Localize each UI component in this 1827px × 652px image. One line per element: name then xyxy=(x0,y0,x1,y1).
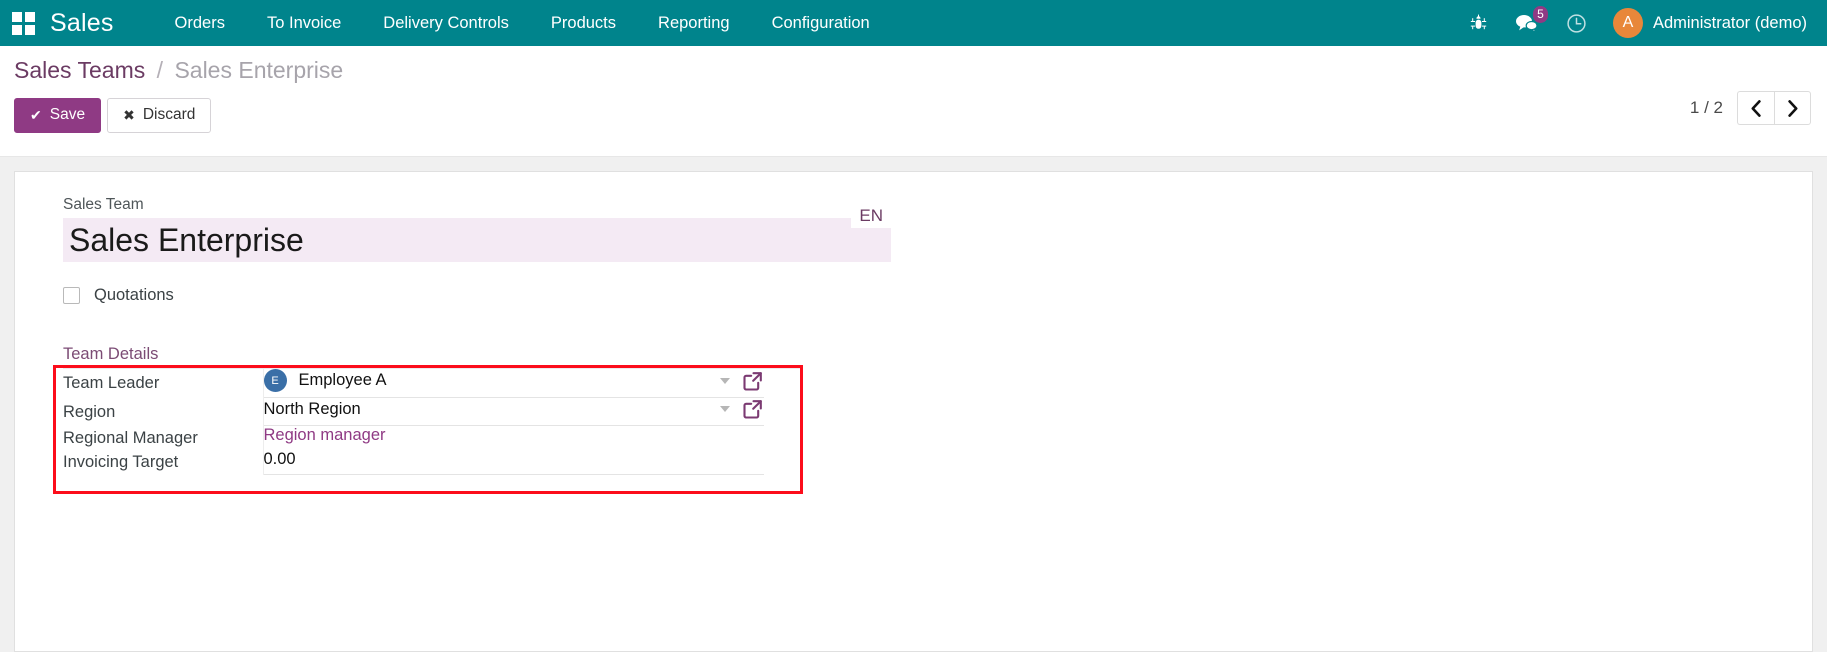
bug-icon[interactable] xyxy=(1456,0,1501,46)
invoicing-target-label: Invoicing Target xyxy=(63,453,179,471)
app-brand-sales[interactable]: Sales xyxy=(50,9,114,38)
region-field[interactable]: North Region xyxy=(263,398,764,426)
team-leader-avatar: E xyxy=(263,369,287,392)
region-value[interactable]: North Region xyxy=(264,400,720,419)
quotations-checkbox-row: Quotations xyxy=(63,286,1812,305)
discard-button[interactable]: ✖ Discard xyxy=(107,98,212,133)
translation-language-badge[interactable]: EN xyxy=(851,204,891,228)
breadcrumb-separator: / xyxy=(156,57,164,83)
region-label: Region xyxy=(63,402,116,421)
discard-button-label: Discard xyxy=(142,106,196,123)
apps-grid-square xyxy=(11,11,22,22)
menu-item-delivery-controls[interactable]: Delivery Controls xyxy=(362,0,530,46)
menu-item-products[interactable]: Products xyxy=(530,0,637,46)
avatar: A xyxy=(1612,8,1643,38)
regional-manager-field: Region manager xyxy=(264,426,764,450)
menu-item-configuration[interactable]: Configuration xyxy=(751,0,891,46)
close-icon: ✖ xyxy=(123,106,135,123)
team-leader-label: Team Leader xyxy=(63,374,160,392)
check-icon: ✔ xyxy=(30,106,42,123)
team-leader-field[interactable]: E Employee A xyxy=(263,369,764,398)
team-details-fields-wrapper: Team Leader E Employee A Region North Re… xyxy=(53,365,813,494)
sales-team-title-wrapper: Sales Enterprise EN xyxy=(63,204,891,262)
pager-buttons xyxy=(1737,91,1811,125)
sales-team-label: Sales Team xyxy=(63,196,144,213)
chevron-left-icon xyxy=(1751,99,1761,117)
team-leader-value[interactable]: Employee A xyxy=(299,371,720,390)
pager-next-button[interactable] xyxy=(1774,91,1811,125)
chevron-right-icon xyxy=(1788,99,1798,117)
navbar-right-tools: 5 A Administrator (demo) xyxy=(1456,0,1813,46)
team-leader-value-cell: E Employee A xyxy=(262,369,803,398)
control-panel: Sales Teams / Sales Enterprise ✔ Save ✖ … xyxy=(0,46,1827,157)
regional-manager-link[interactable]: Region manager xyxy=(264,426,386,449)
invoicing-target-value-cell: 0.00 xyxy=(262,450,803,475)
pager-previous-button[interactable] xyxy=(1737,91,1774,125)
regional-manager-value-cell: Region manager xyxy=(262,426,803,450)
main-menu: Orders To Invoice Delivery Controls Prod… xyxy=(154,0,891,46)
menu-item-to-invoice[interactable]: To Invoice xyxy=(246,0,362,46)
table-row-invoicing-target: Invoicing Target 0.00 xyxy=(63,450,803,475)
user-name: Administrator (demo) xyxy=(1652,13,1807,32)
apps-grid-square xyxy=(24,11,35,22)
user-menu[interactable]: A Administrator (demo) xyxy=(1601,0,1813,46)
pager-count: 1 / 2 xyxy=(1689,98,1723,117)
top-navbar: Sales Orders To Invoice Delivery Control… xyxy=(0,0,1827,46)
breadcrumb: Sales Teams / Sales Enterprise xyxy=(14,59,1811,82)
quotations-label[interactable]: Quotations xyxy=(94,286,174,305)
save-button[interactable]: ✔ Save xyxy=(14,98,102,133)
table-row-regional-manager: Regional Manager Region manager xyxy=(63,426,803,450)
form-sheet: Sales Team Sales Enterprise EN Quotation… xyxy=(14,171,1813,652)
messages-icon[interactable]: 5 xyxy=(1501,0,1552,46)
quotations-checkbox[interactable] xyxy=(63,287,80,304)
team-details-section-title: Team Details xyxy=(63,345,803,369)
record-action-buttons: ✔ Save ✖ Discard xyxy=(14,98,1811,133)
save-button-label: Save xyxy=(49,106,86,123)
form-sheet-background: Sales Team Sales Enterprise EN Quotation… xyxy=(0,157,1827,652)
chevron-down-icon[interactable] xyxy=(719,406,730,412)
table-row-team-leader: Team Leader E Employee A xyxy=(63,369,803,398)
apps-grid-square xyxy=(11,24,22,35)
breadcrumb-item-sales-teams[interactable]: Sales Teams xyxy=(14,57,145,83)
sales-team-name-input[interactable]: Sales Enterprise xyxy=(63,218,891,262)
region-value-cell: North Region xyxy=(262,398,803,426)
apps-grid-square xyxy=(24,24,35,35)
apps-grid-icon[interactable] xyxy=(10,10,36,36)
regional-manager-label: Regional Manager xyxy=(63,428,198,447)
record-pager: 1 / 2 xyxy=(1690,91,1811,125)
table-row-region: Region North Region xyxy=(63,398,803,426)
open-team-leader-record-icon[interactable] xyxy=(742,370,764,392)
clock-icon[interactable] xyxy=(1552,0,1601,46)
team-details-table: Team Leader E Employee A Region North Re… xyxy=(63,369,803,475)
menu-item-reporting[interactable]: Reporting xyxy=(637,0,751,46)
open-region-record-icon[interactable] xyxy=(742,398,764,420)
breadcrumb-current-record: Sales Enterprise xyxy=(174,57,344,83)
messages-badge-count: 5 xyxy=(1532,6,1548,23)
invoicing-target-input[interactable]: 0.00 xyxy=(263,450,764,475)
chevron-down-icon[interactable] xyxy=(719,377,730,384)
menu-item-orders[interactable]: Orders xyxy=(154,0,246,46)
